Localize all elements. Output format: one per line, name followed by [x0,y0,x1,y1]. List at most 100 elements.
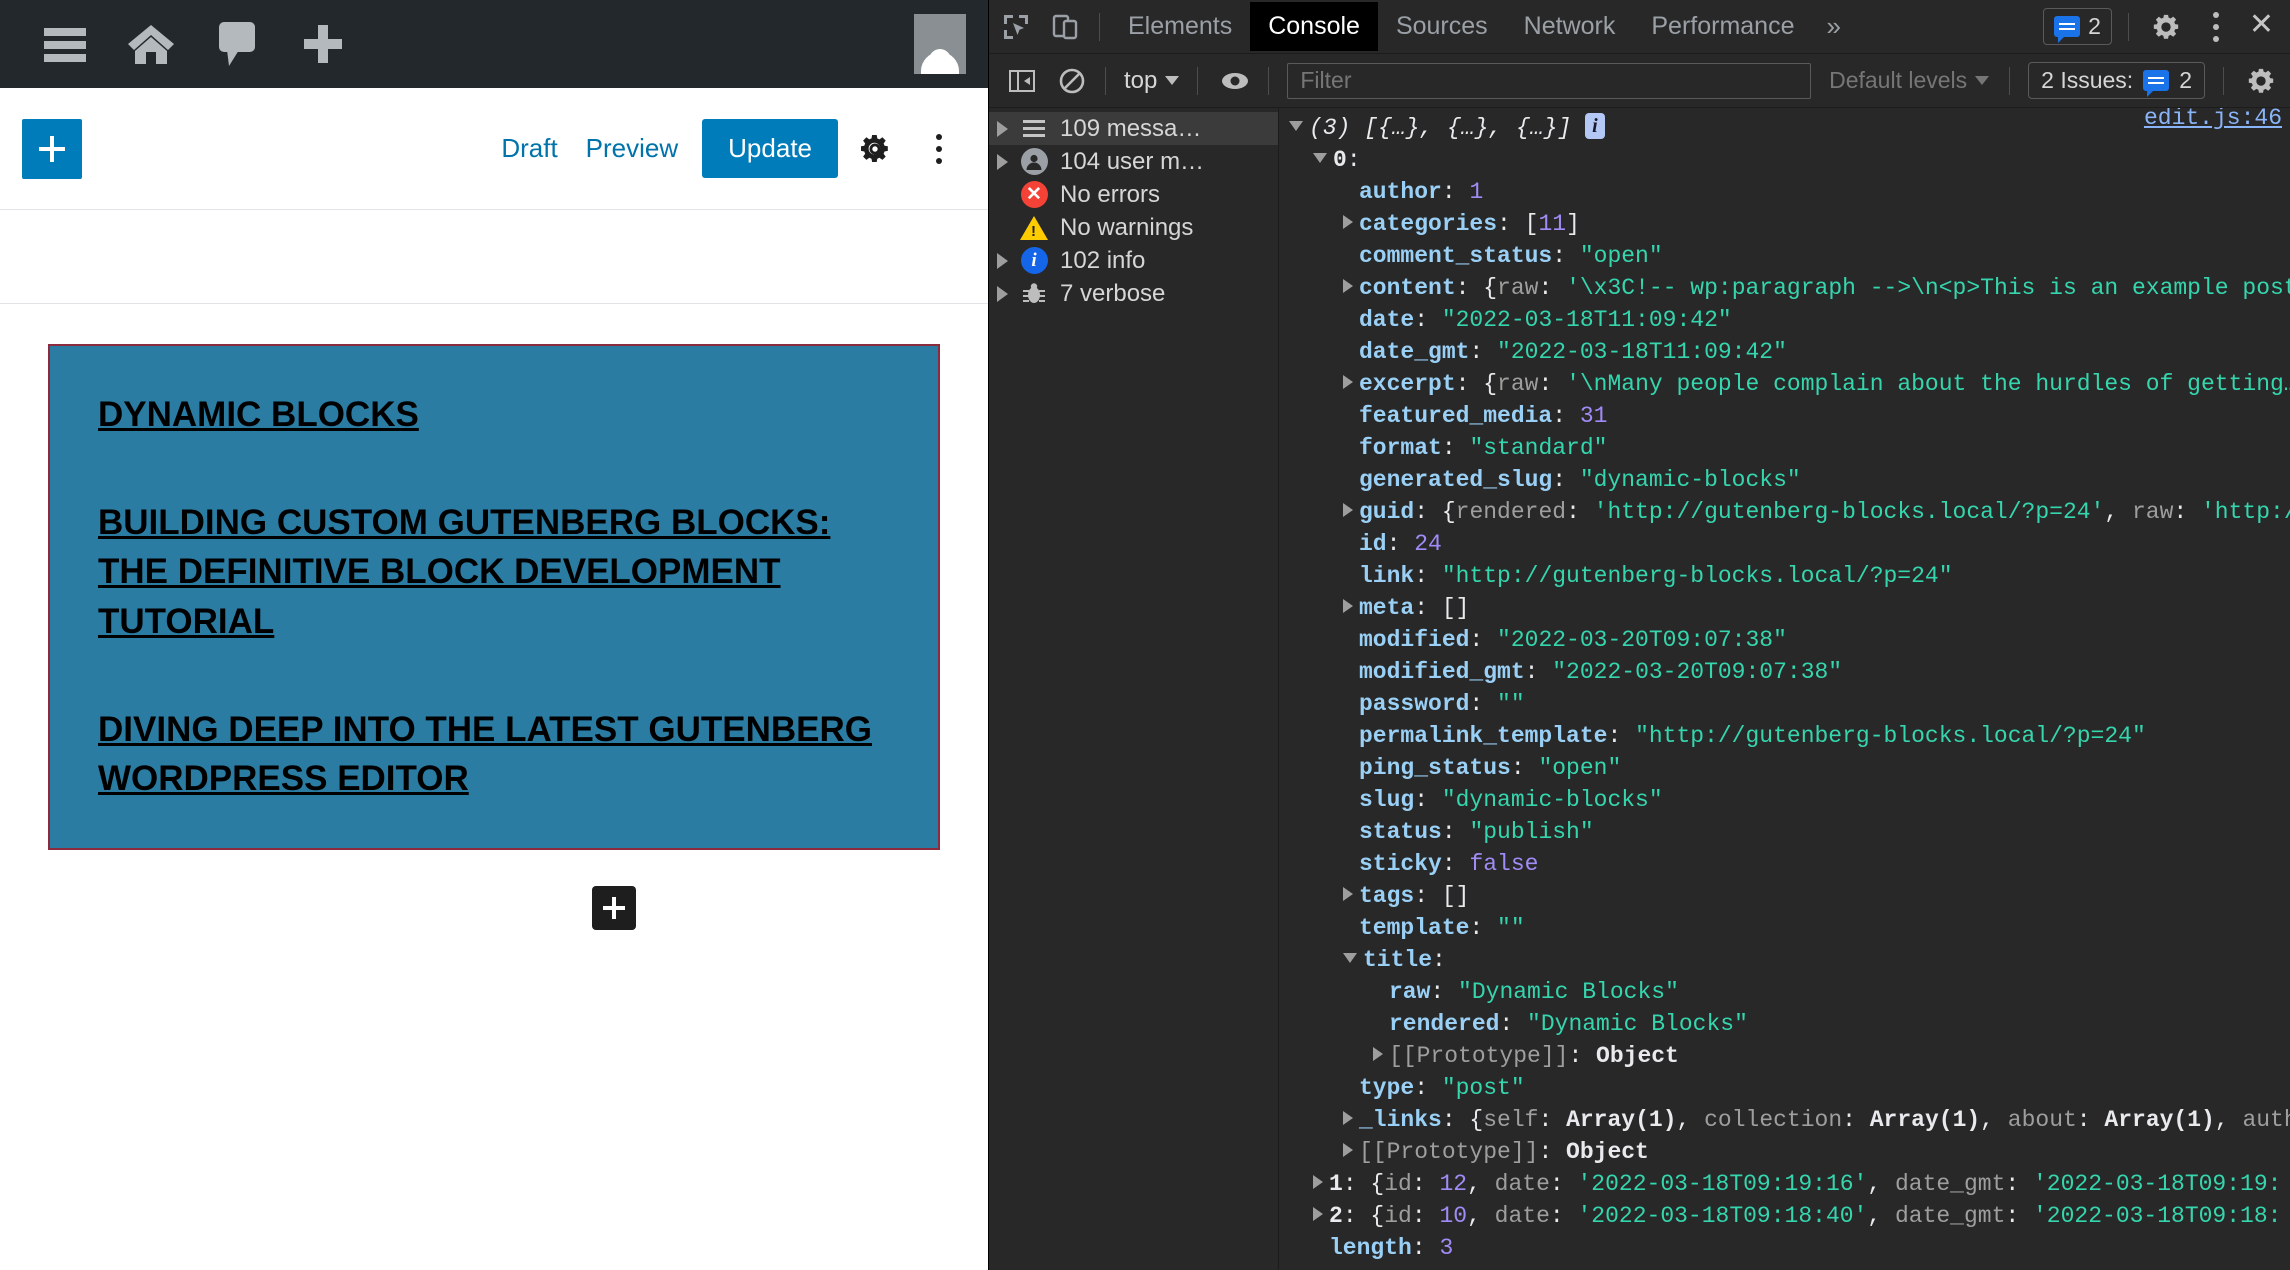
message-count-badge[interactable]: 2 [2043,8,2112,45]
add-block-button[interactable] [22,118,82,179]
save-draft-button[interactable]: Draft [487,123,571,174]
console-log-line[interactable]: content: {raw: '\x3C!-- wp:paragraph -->… [1279,272,2290,304]
console-settings-button[interactable] [2238,58,2284,104]
execution-context-selector[interactable]: top [1116,67,1187,95]
console-log-line[interactable]: date: "2022-03-18T11:09:42" [1279,304,2290,336]
sidebar-item-user-messages[interactable]: 104 user m… [989,145,1278,178]
device-toolbar-icon[interactable] [1043,4,1089,50]
close-devtools-button[interactable]: ✕ [2239,6,2290,48]
devtools-settings-button[interactable] [2143,4,2189,50]
list-icon-glyph [1023,120,1045,137]
sidebar-item-label: 109 messa… [1060,114,1202,142]
tab-performance[interactable]: Performance [1633,2,1812,51]
chevron-right-icon[interactable] [1313,1174,1323,1189]
console-log-line[interactable]: [[Prototype]]: Object [1279,1040,2290,1072]
chevron-right-icon[interactable] [1343,502,1353,517]
post-link[interactable]: Building Custom Gutenberg Blocks: The De… [98,503,830,641]
more-tabs-button[interactable]: » [1812,3,1854,50]
update-button[interactable]: Update [702,119,838,178]
console-log-line[interactable]: 1: {id: 12, date: '2022-03-18T09:19:16',… [1279,1168,2290,1200]
tab-sources[interactable]: Sources [1378,2,1506,51]
console-log-line[interactable]: author: 1 [1279,176,2290,208]
latest-posts-block[interactable]: Dynamic Blocks Building Custom Gutenberg… [48,344,940,851]
user-icon [1020,148,1048,176]
console-log-line[interactable]: featured_media: 31 [1279,400,2290,432]
console-log-line[interactable]: excerpt: {raw: '\nMany people complain a… [1279,368,2290,400]
inspect-element-icon[interactable] [993,4,1039,50]
console-log-line[interactable]: sticky: false [1279,848,2290,880]
tab-elements[interactable]: Elements [1110,2,1250,51]
home-icon[interactable] [108,0,194,88]
console-log-line[interactable]: modified: "2022-03-20T09:07:38" [1279,624,2290,656]
console-log-line[interactable]: password: "" [1279,688,2290,720]
console-log-line[interactable]: meta: [] [1279,592,2290,624]
sidebar-item-errors[interactable]: ✕ No errors [989,178,1278,211]
more-options-button[interactable] [912,122,966,176]
chevron-down-icon[interactable] [1343,952,1357,963]
console-filter-input[interactable] [1287,62,1812,99]
chevron-right-icon[interactable] [1343,598,1353,613]
sidebar-item-info[interactable]: i 102 info [989,244,1278,277]
console-log-line[interactable]: template: "" [1279,912,2290,944]
chevron-right-icon[interactable] [1343,1110,1353,1125]
chevron-right-icon[interactable] [1373,1046,1383,1061]
console-log-line[interactable]: 2: {id: 10, date: '2022-03-18T09:18:40',… [1279,1200,2290,1232]
preview-button[interactable]: Preview [572,123,692,174]
console-log-line[interactable]: categories: [11] [1279,208,2290,240]
console-log-line[interactable]: generated_slug: "dynamic-blocks" [1279,464,2290,496]
console-log-line[interactable]: type: "post" [1279,1072,2290,1104]
console-log-line[interactable]: (3) [{…}, {…}, {…}] i [1279,112,2290,144]
console-log-line[interactable]: raw: "Dynamic Blocks" [1279,976,2290,1008]
console-log-line[interactable]: status: "publish" [1279,816,2290,848]
console-log-line[interactable]: tags: [] [1279,880,2290,912]
post-link[interactable]: Dynamic Blocks [98,395,419,434]
tab-network[interactable]: Network [1506,2,1634,51]
console-log-line[interactable]: date_gmt: "2022-03-18T11:09:42" [1279,336,2290,368]
sidebar-item-messages[interactable]: 109 messa… [989,112,1278,145]
console-log-line[interactable]: rendered: "Dynamic Blocks" [1279,1008,2290,1040]
console-log-line[interactable]: 0: [1279,144,2290,176]
post-link[interactable]: Diving Deep into the Latest Gutenberg Wo… [98,710,872,799]
log-levels-selector[interactable]: Default levels [1819,67,1999,94]
tab-console[interactable]: Console [1250,2,1378,51]
chevron-right-icon[interactable] [1313,1206,1323,1221]
sidebar-item-verbose[interactable]: 7 verbose [989,277,1278,310]
settings-button[interactable] [848,122,902,176]
chevron-down-icon[interactable] [1289,120,1303,131]
clear-console-button[interactable] [1049,58,1095,104]
console-log-line[interactable]: [[Prototype]]: Object [1279,1136,2290,1168]
kebab-menu-icon [2212,11,2219,42]
chevron-right-icon[interactable] [1343,214,1353,229]
sidebar-item-warnings[interactable]: No warnings [989,211,1278,244]
console-sidebar-toggle-icon[interactable] [999,58,1045,104]
console-log-line[interactable]: format: "standard" [1279,432,2290,464]
devtools-more-button[interactable] [2193,4,2239,50]
block-appender-button[interactable] [592,886,636,931]
console-log-line[interactable]: permalink_template: "http://gutenberg-bl… [1279,720,2290,752]
chevron-down-icon[interactable] [1313,152,1327,163]
new-content-icon[interactable] [280,0,366,88]
console-log-line[interactable]: ping_status: "open" [1279,752,2290,784]
console-log-line[interactable]: guid: {rendered: 'http://gutenberg-block… [1279,496,2290,528]
console-log-line[interactable]: title: [1279,944,2290,976]
console-log-line[interactable]: link: "http://gutenberg-blocks.local/?p=… [1279,560,2290,592]
chevron-right-icon[interactable] [1343,374,1353,389]
console-log-line[interactable]: _links: {self: Array(1), collection: Arr… [1279,1104,2290,1136]
console-log-line[interactable]: slug: "dynamic-blocks" [1279,784,2290,816]
issues-button[interactable]: 2 Issues: 2 [2028,62,2205,99]
live-expression-button[interactable] [1212,58,1258,104]
chevron-right-icon[interactable] [1343,886,1353,901]
console-log-line[interactable]: modified_gmt: "2022-03-20T09:07:38" [1279,656,2290,688]
menu-icon[interactable] [22,0,108,88]
chevron-right-icon[interactable] [1343,278,1353,293]
sidebar-toggle-glyph [1009,69,1035,92]
chevron-right-icon[interactable] [1343,1142,1353,1157]
avatar[interactable] [914,14,966,74]
inspect-cursor-icon [1004,14,1028,39]
console-log-line[interactable]: id: 24 [1279,528,2290,560]
console-log-line[interactable]: length: 3 [1279,1232,2290,1264]
console-output[interactable]: edit.js:46 (3) [{…}, {…}, {…}] i 0: author… [1279,108,2290,1270]
comment-icon[interactable] [194,0,280,88]
console-log-line[interactable]: comment_status: "open" [1279,240,2290,272]
source-link[interactable]: edit.js:46 [2144,108,2282,134]
